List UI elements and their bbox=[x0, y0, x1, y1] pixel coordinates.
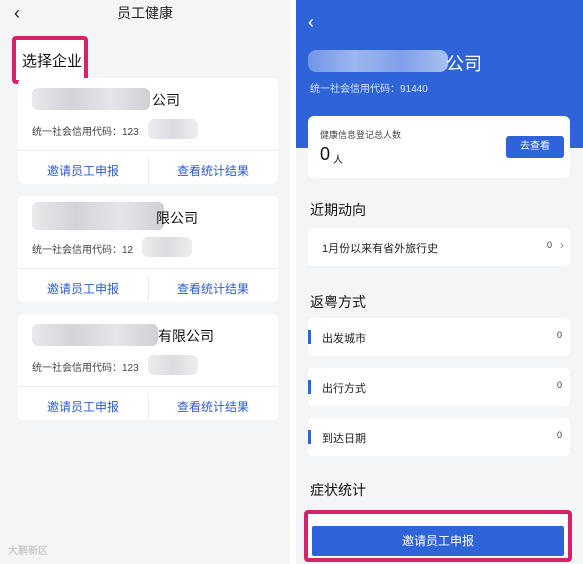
credit-code-redacted bbox=[142, 237, 192, 257]
nav-bar: ‹ 员工健康 bbox=[0, 0, 290, 28]
page-title: 员工健康 bbox=[117, 5, 173, 21]
credit-code: 统一社会信用代码：123 bbox=[32, 363, 139, 374]
health-summary-card: 健康信息登记总人数 0 人 去查看 bbox=[308, 116, 570, 178]
view-stats-button[interactable]: 查看统计结果 bbox=[148, 394, 278, 420]
credit-code: 统一社会信用代码：123 bbox=[32, 127, 139, 138]
chevron-right-icon: › bbox=[560, 238, 564, 252]
invite-employee-button[interactable]: 邀请员工申报 bbox=[18, 394, 148, 420]
summary-label: 健康信息登记总人数 bbox=[320, 130, 402, 140]
count-unit: 人 bbox=[333, 155, 343, 166]
item-value: 0 bbox=[556, 380, 562, 390]
company-name-redacted bbox=[308, 50, 448, 72]
company-name: 公司 bbox=[152, 92, 180, 108]
company-name: 限公司 bbox=[156, 210, 198, 226]
company-name-redacted bbox=[32, 202, 164, 230]
enterprise-card[interactable]: 限公司 统一社会信用代码：12 邀请员工申报 查看统计结果 bbox=[18, 196, 278, 302]
list-item[interactable]: 1月份以来有省外旅行史 0 › bbox=[308, 228, 570, 266]
view-details-button[interactable]: 去查看 bbox=[506, 136, 564, 158]
chevron-left-icon[interactable]: ‹ bbox=[308, 12, 314, 33]
credit-code-redacted bbox=[148, 119, 198, 139]
credit-code: 统一社会信用代码：91440 bbox=[310, 84, 428, 95]
select-enterprise-label: 选择企业 bbox=[22, 53, 83, 70]
enterprise-card[interactable]: 公司 统一社会信用代码：123 邀请员工申报 查看统计结果 bbox=[18, 78, 278, 184]
section-title-symptom: 症状统计 bbox=[310, 482, 366, 498]
invite-employee-button[interactable]: 邀请员工申报 bbox=[312, 526, 564, 556]
credit-code: 统一社会信用代码：12 bbox=[32, 245, 134, 256]
enterprise-select-screen: ‹ 员工健康 选择企业 公司 统一社会信用代码：123 邀请员工申报 查看统计结… bbox=[0, 0, 290, 564]
company-name: 有限公司 bbox=[158, 328, 214, 344]
invite-employee-button[interactable]: 邀请员工申报 bbox=[18, 158, 148, 184]
credit-code-redacted bbox=[148, 355, 198, 375]
watermark: 大鹏新区 bbox=[8, 546, 48, 557]
enterprise-card[interactable]: 有限公司 统一社会信用代码：123 邀请员工申报 查看统计结果 bbox=[18, 314, 278, 420]
item-label: 1月份以来有省外旅行史 bbox=[322, 243, 439, 255]
divider bbox=[18, 150, 278, 151]
company-name: 公司 bbox=[446, 54, 482, 74]
select-enterprise-highlight: 选择企业 bbox=[12, 36, 88, 84]
item-label: 出行方式 bbox=[322, 383, 366, 395]
divider bbox=[18, 268, 278, 269]
invite-employee-button[interactable]: 邀请员工申报 bbox=[18, 276, 148, 302]
invite-button-highlight: 邀请员工申报 bbox=[304, 510, 572, 562]
item-value: 0 bbox=[556, 430, 562, 440]
accent-bar bbox=[308, 380, 311, 394]
item-label: 出发城市 bbox=[322, 333, 366, 345]
accent-bar bbox=[308, 430, 311, 444]
enterprise-detail-screen: ‹ 公司 统一社会信用代码：91440 健康信息登记总人数 0 人 去查看 近期… bbox=[296, 0, 583, 564]
list-item: 出发城市 0 bbox=[308, 318, 570, 356]
item-value: 0 bbox=[546, 240, 552, 250]
item-label: 到达日期 bbox=[322, 433, 366, 445]
company-name-redacted bbox=[32, 324, 158, 346]
section-title-return: 返粤方式 bbox=[310, 294, 366, 310]
view-stats-button[interactable]: 查看统计结果 bbox=[148, 276, 278, 302]
registered-count: 0 bbox=[320, 144, 331, 164]
section-title-recent: 近期动向 bbox=[310, 202, 366, 218]
company-name-redacted bbox=[32, 88, 150, 110]
list-item: 到达日期 0 bbox=[308, 418, 570, 456]
item-value: 0 bbox=[556, 330, 562, 340]
accent-bar bbox=[308, 330, 311, 344]
divider bbox=[18, 386, 278, 387]
list-item: 出行方式 0 bbox=[308, 368, 570, 406]
view-stats-button[interactable]: 查看统计结果 bbox=[148, 158, 278, 184]
